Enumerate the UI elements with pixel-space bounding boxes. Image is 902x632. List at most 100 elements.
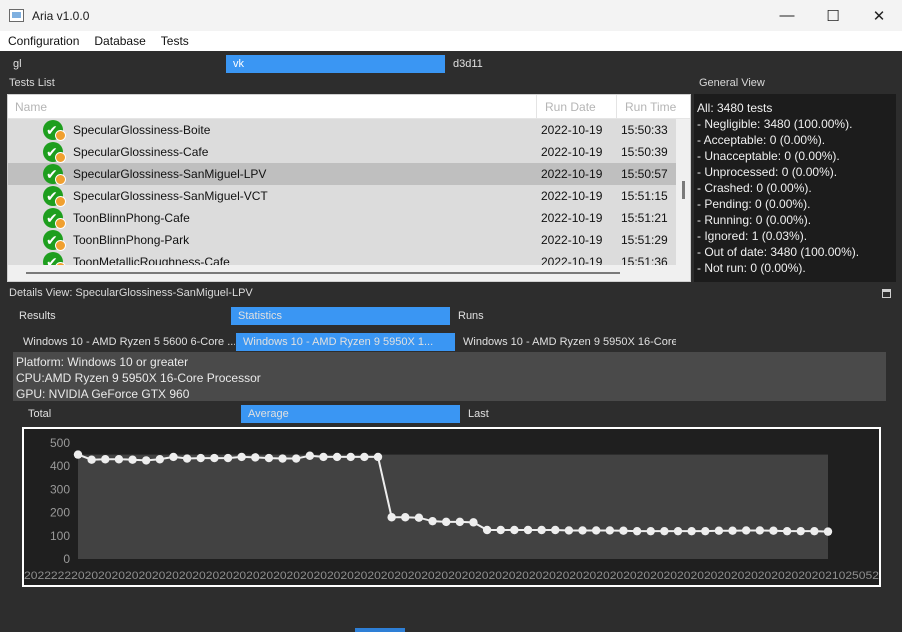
data-point	[660, 526, 669, 536]
statistics-chart: 0 100 200 300 400 500 202222220202020202020202…	[22, 427, 881, 587]
tab-total[interactable]: Total	[21, 405, 240, 423]
y-tick-label: 0	[63, 552, 70, 566]
data-point	[455, 517, 465, 527]
horizontal-scrollbar[interactable]	[8, 265, 690, 281]
app-icon	[9, 9, 24, 22]
data-point	[387, 513, 396, 522]
tab-average[interactable]: Average	[241, 405, 460, 423]
menu-configuration[interactable]: Configuration	[0, 34, 86, 48]
float-panel-icon[interactable]	[882, 289, 891, 298]
plot-area	[78, 454, 828, 559]
data-point	[210, 453, 219, 463]
data-point	[714, 526, 724, 535]
data-point	[482, 525, 492, 535]
summary-line: - Unacceptable: 0 (0.00%).	[697, 149, 840, 163]
data-point	[728, 526, 737, 535]
data-point	[169, 452, 178, 462]
run-date: 2022-10-19	[541, 189, 603, 203]
data-point	[360, 452, 369, 462]
general-view-panel: All: 3480 tests - Negligible: 3480 (100.…	[694, 94, 896, 282]
data-point	[810, 526, 819, 536]
y-tick-label: 300	[50, 482, 70, 496]
run-date: 2022-10-19	[541, 167, 603, 181]
data-point	[523, 525, 533, 535]
api-selector: gl vk d3d11	[0, 55, 902, 73]
data-point	[755, 526, 765, 535]
menu-database[interactable]: Database	[86, 34, 152, 48]
run-time: 15:50:57	[621, 167, 668, 181]
tests-list: Name Run Date Run Time SpecularGlossines…	[7, 94, 691, 282]
data-point	[578, 526, 587, 535]
data-point	[605, 526, 615, 535]
run-time: 15:50:33	[621, 123, 668, 137]
maximize-button[interactable]: ☐	[810, 0, 856, 31]
summary-line: - Crashed: 0 (0.00%).	[697, 181, 812, 195]
summary-line: All: 3480 tests	[697, 101, 773, 115]
summary-line: - Unprocessed: 0 (0.00%).	[697, 165, 838, 179]
data-point	[564, 526, 574, 535]
details-view-label: Details View: SpecularGlossiness-SanMigu…	[9, 287, 253, 299]
table-row[interactable]: SpecularGlossiness-SanMiguel-VCT 2022-10…	[8, 185, 676, 207]
table-row[interactable]: SpecularGlossiness-Boite 2022-10-19 15:5…	[8, 119, 676, 141]
general-view-label: General View	[699, 77, 765, 89]
data-point	[223, 453, 233, 463]
summary-line: - Acceptable: 0 (0.00%).	[697, 133, 826, 147]
data-point	[128, 455, 137, 464]
tab-runs[interactable]: Runs	[451, 307, 669, 325]
column-header-run-time[interactable]: Run Time	[625, 100, 676, 114]
menu-tests[interactable]: Tests	[153, 34, 196, 48]
status-ok-icon	[43, 230, 66, 251]
run-date: 2022-10-19	[541, 233, 603, 247]
tab-last[interactable]: Last	[461, 405, 680, 423]
column-header-name[interactable]: Name	[15, 100, 47, 114]
horizontal-scroll-thumb[interactable]	[26, 272, 620, 274]
platform-tab-ryzen9-16core[interactable]: Windows 10 - AMD Ryzen 9 5950X 16-Core..…	[456, 333, 676, 351]
test-name: SpecularGlossiness-SanMiguel-VCT	[73, 189, 268, 203]
view-tabs: Results Statistics Runs	[12, 307, 672, 325]
data-point	[673, 526, 683, 536]
table-row[interactable]: ToonBlinnPhong-Park 2022-10-19 15:51:29	[8, 229, 676, 251]
close-button[interactable]: ✕	[856, 0, 902, 31]
platform-info: Platform: Windows 10 or greater CPU:AMD …	[13, 352, 886, 401]
data-point	[373, 452, 383, 462]
vertical-scrollbar[interactable]	[678, 119, 690, 267]
data-point	[237, 452, 246, 462]
test-rows: SpecularGlossiness-Boite 2022-10-19 15:5…	[8, 119, 676, 265]
summary-line: - Ignored: 1 (0.03%).	[697, 229, 808, 243]
data-point	[687, 526, 696, 536]
table-row[interactable]: SpecularGlossiness-Cafe 2022-10-19 15:50…	[8, 141, 676, 163]
table-row-selected[interactable]: SpecularGlossiness-SanMiguel-LPV 2022-10…	[8, 163, 676, 185]
data-point	[823, 527, 833, 536]
data-point	[278, 454, 287, 463]
table-row[interactable]: ToonMetallicRoughness-Cafe 2022-10-19 15…	[8, 251, 676, 265]
run-date: 2022-10-19	[541, 211, 603, 225]
summary-line: - Negligible: 3480 (100.00%).	[697, 117, 853, 131]
data-point	[796, 526, 805, 536]
data-point	[741, 526, 751, 535]
tests-list-label: Tests List	[9, 77, 55, 89]
data-point	[87, 455, 96, 464]
status-ok-icon	[43, 208, 66, 229]
platform-tab-ryzen5[interactable]: Windows 10 - AMD Ryzen 5 5600 6-Core ...	[16, 333, 235, 351]
tab-statistics[interactable]: Statistics	[231, 307, 450, 325]
platform-tabs: Windows 10 - AMD Ryzen 5 5600 6-Core ...…	[16, 333, 678, 351]
data-point	[646, 526, 655, 536]
vertical-scroll-thumb[interactable]	[682, 181, 685, 199]
data-point	[101, 455, 110, 464]
test-name: ToonBlinnPhong-Cafe	[73, 211, 190, 225]
title-bar: Aria v1.0.0 — ☐ ✕	[0, 0, 902, 31]
table-row[interactable]: ToonBlinnPhong-Cafe 2022-10-19 15:51:21	[8, 207, 676, 229]
minimize-button[interactable]: —	[764, 0, 810, 31]
y-tick-label: 500	[50, 436, 70, 450]
test-name: SpecularGlossiness-SanMiguel-LPV	[73, 167, 267, 181]
api-option-gl[interactable]: gl	[6, 55, 226, 73]
tab-results[interactable]: Results	[12, 307, 230, 325]
platform-tab-ryzen9[interactable]: Windows 10 - AMD Ryzen 9 5950X 1...	[236, 333, 455, 351]
y-tick-label: 100	[50, 529, 70, 543]
data-point	[469, 518, 478, 527]
data-point	[414, 513, 424, 522]
api-option-d3d11[interactable]: d3d11	[446, 55, 666, 73]
data-point	[73, 450, 83, 459]
api-option-vk[interactable]: vk	[226, 55, 445, 73]
column-header-run-date[interactable]: Run Date	[545, 100, 596, 114]
